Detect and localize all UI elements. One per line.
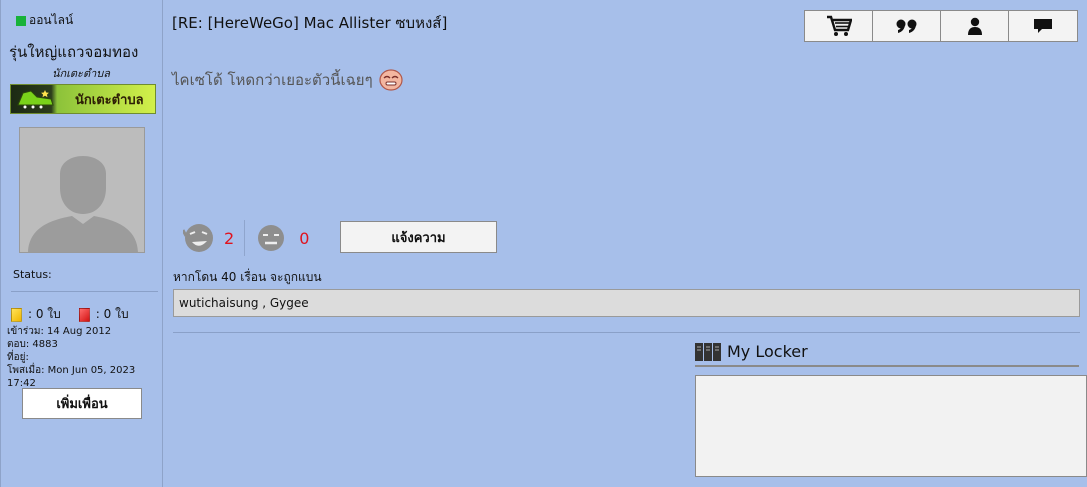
quote-button[interactable] [872,10,941,42]
joined-date: เข้าร่วม: 14 Aug 2012 [7,326,112,337]
yellow-card-count: : 0 ใบ [28,307,61,321]
emoticon-icon [379,69,403,91]
user-sidebar: ออนไลน์ รุ่นใหญ่แถวจอมทอง นักเตะตำบล นัก… [0,0,163,487]
user-stats: เข้าร่วม: 14 Aug 2012 ตอบ: 4883 ที่อยู่:… [7,325,162,390]
message-icon [1034,19,1052,33]
reaction-divider [244,220,246,256]
boot-icon [17,90,54,109]
dislike-face-icon[interactable] [257,224,285,252]
reply-count: ตอบ: 4883 [7,339,58,350]
post-main: [RE: [HereWeGo] Mac Allister ซบหงส์] ไคเ… [163,0,1087,487]
username[interactable]: รุ่นใหญ่แถวจอมทอง [9,40,138,64]
cart-icon [826,15,852,36]
divider [11,291,158,292]
reaction-bar: 2 0 [183,220,309,256]
like-count: 2 [224,228,235,248]
locker-title: My Locker [727,342,808,361]
quote-icon [896,19,916,33]
cart-button[interactable] [804,10,873,42]
like-face-icon[interactable] [183,222,215,254]
status-label: Status: [13,268,52,281]
online-dot-icon [16,15,26,26]
profile-button[interactable] [940,10,1009,42]
locker-content [695,375,1087,477]
red-card-count: : 0 ใบ [95,307,129,321]
red-card-icon [78,307,90,322]
ban-rule-text: หากโดน 40 เรื่อน จะถูกแบน [173,270,322,284]
post-body: ไคเซโด้ โหดกว่าเยอะตัวนี้เฉยๆ [172,68,403,92]
user-rank: นักเตะตำบล [51,67,110,80]
locker-icon [695,342,721,361]
location: ที่อยู่: [7,352,29,363]
divider [173,332,1080,333]
liked-by-users[interactable]: wutichaisung , Gygee [179,296,309,310]
add-friend-button[interactable]: เพิ่มเพื่อน [22,388,142,419]
avatar[interactable] [19,127,145,253]
locker-header: My Locker [695,342,1079,367]
yellow-card-icon [11,307,22,322]
online-status: ออนไลน์ [16,11,73,30]
post-title[interactable]: [RE: [HereWeGo] Mac Allister ซบหงส์] [172,11,447,35]
liked-by-box: wutichaisung , Gygee [173,289,1080,317]
rank-badge-label: นักเตะตำบล [75,92,144,108]
posted-time: โพสเมื่อ: Mon Jun 05, 2023 17:42 [7,365,136,389]
dislike-count: 0 [299,228,310,248]
post-text: ไคเซโด้ โหดกว่าเยอะตัวนี้เฉยๆ [172,71,373,89]
default-avatar-icon [20,128,144,252]
profile-icon [967,17,982,35]
report-button[interactable]: แจ้งความ [340,221,497,253]
rank-badge: นักเตะตำบล [10,84,156,114]
card-counts: : 0 ใบ : 0 ใบ [11,305,129,324]
message-button[interactable] [1008,10,1078,42]
online-label: ออนไลน์ [29,13,74,27]
post-toolbar [804,10,1078,42]
